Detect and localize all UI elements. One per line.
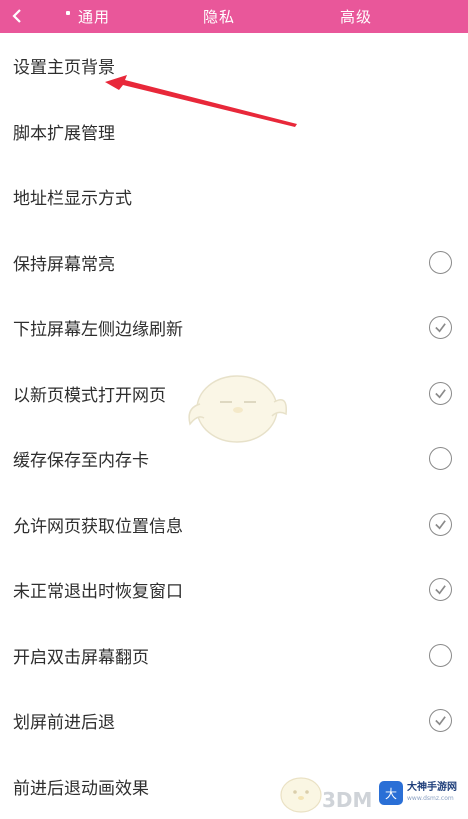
unchecked-circle-icon[interactable] (429, 250, 452, 274)
site-logo-icon: 大 (379, 781, 403, 805)
mascot-watermark (188, 375, 287, 443)
settings-row[interactable]: 允许网页获取位置信息 (0, 492, 468, 558)
settings-row-label: 缓存保存至内存卡 (13, 451, 149, 472)
settings-row-label: 前进后退动画效果 (13, 778, 149, 799)
settings-row-label: 脚本扩展管理 (13, 123, 115, 144)
tab-general[interactable]: 通用 (78, 6, 110, 27)
watermark-text: 3DM (322, 788, 373, 812)
settings-row-label: 允许网页获取位置信息 (13, 516, 183, 537)
tab-advanced[interactable]: 高级 (340, 6, 372, 27)
settings-row[interactable]: 下拉屏幕左侧边缘刷新 (0, 295, 468, 361)
badge-subtitle: www.dsmz.com (407, 795, 454, 802)
settings-row-label: 下拉屏幕左侧边缘刷新 (13, 320, 183, 341)
settings-row[interactable]: 开启双击屏幕翻页 (0, 623, 468, 689)
back-button[interactable] (6, 4, 28, 28)
unchecked-circle-icon[interactable] (429, 643, 452, 667)
checked-circle-icon[interactable] (429, 578, 452, 602)
settings-row-label: 划屏前进后退 (13, 713, 115, 734)
settings-row[interactable]: 保持屏幕常亮 (0, 230, 468, 296)
checked-circle-icon[interactable] (429, 512, 452, 536)
settings-row-label: 设置主页背景 (13, 58, 115, 79)
settings-row[interactable]: 未正常退出时恢复窗口 (0, 557, 468, 623)
settings-row-label: 开启双击屏幕翻页 (13, 647, 149, 668)
settings-row[interactable]: 地址栏显示方式 (0, 164, 468, 230)
site-badge: 大 大神手游网 www.dsmz.com (379, 778, 461, 808)
badge-title: 大神手游网 (407, 782, 457, 793)
tab-privacy[interactable]: 隐私 (203, 6, 235, 27)
checked-circle-icon[interactable] (429, 709, 452, 733)
chevron-left-icon (12, 9, 21, 23)
small-mascot-watermark (280, 777, 322, 813)
settings-row[interactable]: 划屏前进后退 (0, 688, 468, 754)
settings-row-label: 未正常退出时恢复窗口 (13, 582, 183, 603)
settings-row-label: 以新页模式打开网页 (13, 385, 166, 406)
checked-circle-icon[interactable] (429, 316, 452, 340)
checked-circle-icon[interactable] (429, 381, 452, 405)
annotation-arrow (105, 75, 297, 127)
unchecked-circle-icon[interactable] (429, 447, 452, 471)
top-tab-bar: 通用 隐私 高级 (0, 0, 468, 33)
settings-row-label: 地址栏显示方式 (13, 189, 132, 210)
tab-indicator-dot (66, 11, 70, 15)
settings-row-label: 保持屏幕常亮 (13, 254, 115, 275)
